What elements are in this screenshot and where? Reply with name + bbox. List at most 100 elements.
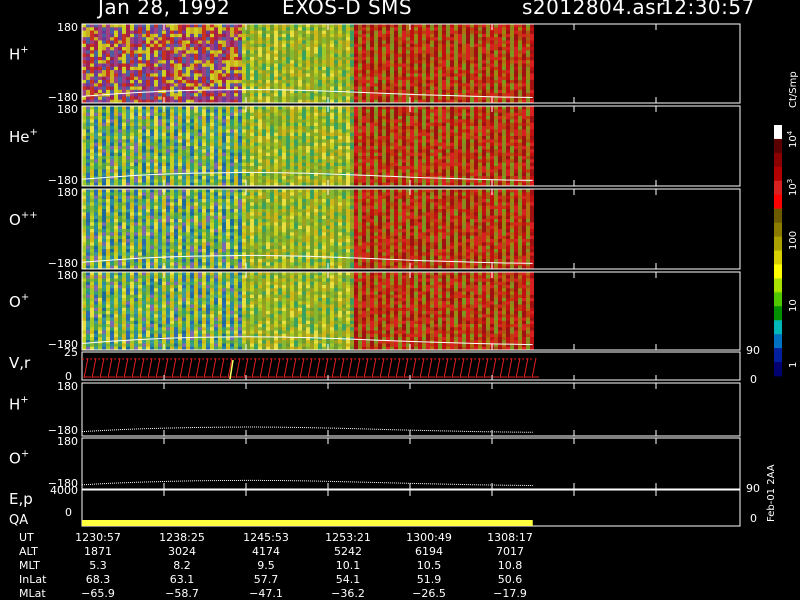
- heat-cell: [318, 43, 322, 48]
- heat-cell: [442, 169, 446, 174]
- heat-cell: [266, 132, 270, 137]
- heat-cell: [278, 139, 282, 144]
- heat-cell: [86, 172, 90, 177]
- heat-cell: [502, 79, 506, 84]
- heat-cell: [342, 166, 346, 170]
- heat-cell: [322, 152, 326, 157]
- heat-cell: [294, 60, 298, 64]
- heat-cell: [282, 136, 286, 140]
- heat-cell: [354, 60, 358, 64]
- heat-cell: [194, 73, 198, 78]
- heat-cell: [178, 162, 182, 167]
- heat-cell: [358, 76, 362, 81]
- heat-cell: [394, 83, 398, 88]
- heat-cell: [146, 109, 150, 114]
- heat-cell: [142, 53, 146, 58]
- heat-cell: [250, 47, 254, 51]
- heat-cell: [330, 152, 334, 157]
- heat-cell: [366, 156, 370, 160]
- heat-cell: [418, 47, 422, 51]
- heat-cell: [254, 176, 258, 180]
- heat-cell: [226, 33, 230, 38]
- heat-cell: [454, 24, 458, 28]
- heat-cell: [350, 33, 354, 38]
- heat-cell: [382, 129, 386, 134]
- heat-cell: [142, 60, 146, 64]
- heat-cell: [506, 43, 510, 48]
- heat-cell: [398, 136, 402, 140]
- heat-cell: [438, 73, 442, 78]
- heat-cell: [246, 33, 250, 38]
- heat-cell: [82, 146, 86, 150]
- heat-cell: [126, 96, 130, 101]
- heat-cell: [130, 47, 134, 51]
- heat-cell: [186, 79, 190, 84]
- heat-cell: [274, 122, 278, 127]
- heat-cell: [350, 86, 354, 91]
- heat-cell: [374, 76, 378, 81]
- heat-cell: [162, 30, 166, 35]
- heat-cell: [274, 73, 278, 78]
- heat-cell: [166, 43, 170, 48]
- heat-cell: [146, 43, 150, 48]
- heat-cell: [514, 47, 518, 51]
- heat-cell: [310, 53, 314, 58]
- heat-cell: [274, 63, 278, 68]
- heat-cell: [142, 93, 146, 97]
- heat-cell: [390, 106, 394, 110]
- heat-cell: [382, 139, 386, 144]
- heat-cell: [166, 126, 170, 130]
- heat-cell: [98, 139, 102, 144]
- heat-cell: [194, 37, 198, 41]
- heat-cell: [438, 66, 442, 71]
- heat-cell: [326, 89, 330, 94]
- heat-cell: [402, 63, 406, 68]
- heat-cell: [86, 79, 90, 84]
- heat-cell: [230, 83, 234, 88]
- heat-cell: [158, 93, 162, 97]
- heat-cell: [342, 60, 346, 64]
- heat-cell: [454, 89, 458, 94]
- heat-cell: [106, 30, 110, 35]
- heat-cell: [150, 86, 154, 91]
- heat-cell: [290, 70, 294, 74]
- heat-cell: [198, 162, 202, 167]
- heat-cell: [370, 156, 374, 160]
- heat-cell: [226, 176, 230, 180]
- heat-cell: [418, 73, 422, 78]
- heat-cell: [214, 112, 218, 117]
- heat-cell: [106, 166, 110, 170]
- heat-cell: [134, 126, 138, 130]
- heat-cell: [414, 156, 418, 160]
- heat-cell: [218, 40, 222, 45]
- heat-cell: [334, 53, 338, 58]
- heat-cell: [178, 112, 182, 117]
- heat-cell: [126, 43, 130, 48]
- heat-cell: [126, 76, 130, 81]
- heat-cell: [206, 152, 210, 157]
- heat-cell: [166, 132, 170, 137]
- heat-cell: [114, 56, 118, 61]
- heat-cell: [118, 119, 122, 124]
- heat-cell: [158, 66, 162, 71]
- heat-cell: [110, 89, 114, 94]
- heat-cell: [130, 30, 134, 35]
- heat-cell: [246, 179, 250, 184]
- heat-cell: [170, 162, 174, 167]
- heat-cell: [314, 116, 318, 120]
- heat-cell: [82, 159, 86, 164]
- heat-cell: [482, 70, 486, 74]
- heat-cell: [118, 152, 122, 157]
- heat-cell: [442, 179, 446, 184]
- heat-cell: [202, 43, 206, 48]
- heat-cell: [526, 50, 530, 55]
- heat-cell: [234, 89, 238, 94]
- heat-cell: [510, 63, 514, 68]
- heat-cell: [254, 70, 258, 74]
- heat-cell: [134, 139, 138, 144]
- heat-cell: [226, 126, 230, 130]
- heat-cell: [374, 93, 378, 97]
- heat-cell: [482, 63, 486, 68]
- heat-cell: [302, 126, 306, 130]
- heat-cell: [234, 50, 238, 55]
